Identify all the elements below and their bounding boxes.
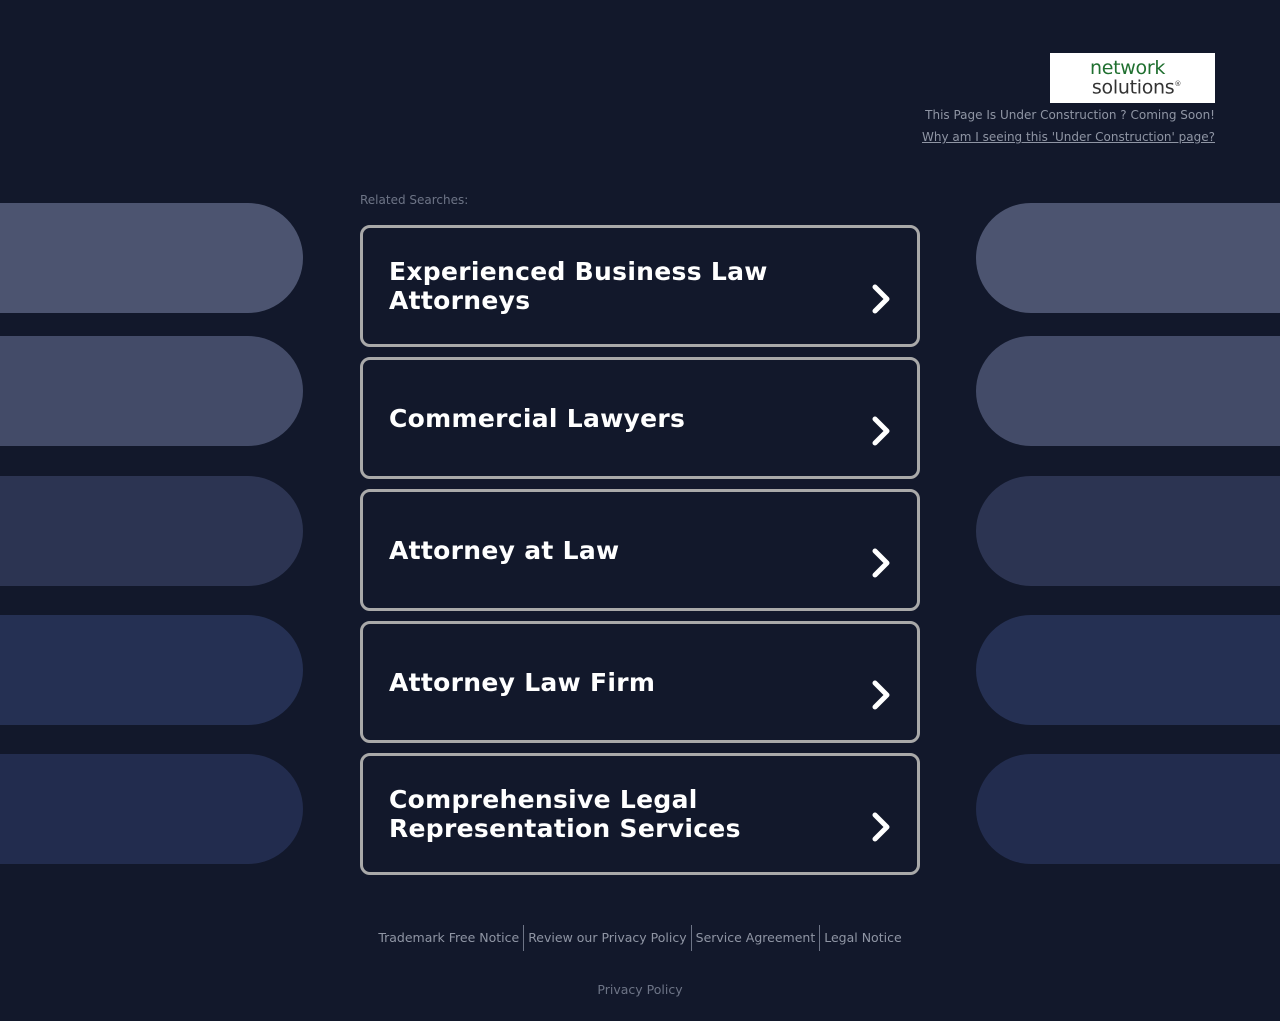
decorative-pill-left-5 xyxy=(0,754,303,864)
decorative-pill-left-3 xyxy=(0,476,303,586)
search-card-3[interactable]: Attorney at Law xyxy=(360,489,920,611)
privacy-policy-review-link[interactable]: Review our Privacy Policy xyxy=(524,927,690,948)
decorative-pill-left-1 xyxy=(0,203,303,313)
search-card-label: Comprehensive Legal Representation Servic… xyxy=(389,785,741,843)
service-agreement-link[interactable]: Service Agreement xyxy=(692,927,820,948)
privacy-policy-link[interactable]: Privacy Policy xyxy=(0,982,1280,997)
logo-line-2: solutions® xyxy=(1091,76,1182,99)
chevron-right-icon xyxy=(872,416,890,446)
legal-notice-link[interactable]: Legal Notice xyxy=(820,927,905,948)
decorative-pill-left-2 xyxy=(0,336,303,446)
trademark-free-notice-link[interactable]: Trademark Free Notice xyxy=(374,927,523,948)
decorative-pill-right-2 xyxy=(976,336,1280,446)
why-under-construction-link[interactable]: Why am I seeing this 'Under Construction… xyxy=(922,130,1215,144)
chevron-right-icon xyxy=(872,812,890,842)
decorative-pill-right-1 xyxy=(976,203,1280,313)
search-card-5[interactable]: Comprehensive Legal Representation Servic… xyxy=(360,753,920,875)
search-card-1[interactable]: Experienced Business Law Attorneys xyxy=(360,225,920,347)
decorative-pill-right-4 xyxy=(976,615,1280,725)
chevron-right-icon xyxy=(872,680,890,710)
search-card-label: Attorney Law Firm xyxy=(389,667,656,697)
chevron-right-icon xyxy=(872,284,890,314)
footer-links: Trademark Free Notice Review our Privacy … xyxy=(0,925,1280,951)
search-card-2[interactable]: Commercial Lawyers xyxy=(360,357,920,479)
decorative-pill-right-5 xyxy=(976,754,1280,864)
search-card-label: Commercial Lawyers xyxy=(389,403,686,433)
decorative-pill-right-3 xyxy=(976,476,1280,586)
search-card-label: Experienced Business Law Attorneys xyxy=(389,257,768,315)
under-construction-text: This Page Is Under Construction ? Coming… xyxy=(925,108,1215,122)
network-solutions-logo[interactable]: network solutions® xyxy=(1050,53,1215,103)
search-card-4[interactable]: Attorney Law Firm xyxy=(360,621,920,743)
related-searches-label: Related Searches: xyxy=(360,193,469,207)
page: network solutions® This Page Is Under Co… xyxy=(0,0,1280,1021)
logo-line-1: network xyxy=(1089,57,1166,80)
decorative-pill-left-4 xyxy=(0,615,303,725)
search-card-label: Attorney at Law xyxy=(389,535,620,565)
chevron-right-icon xyxy=(872,548,890,578)
